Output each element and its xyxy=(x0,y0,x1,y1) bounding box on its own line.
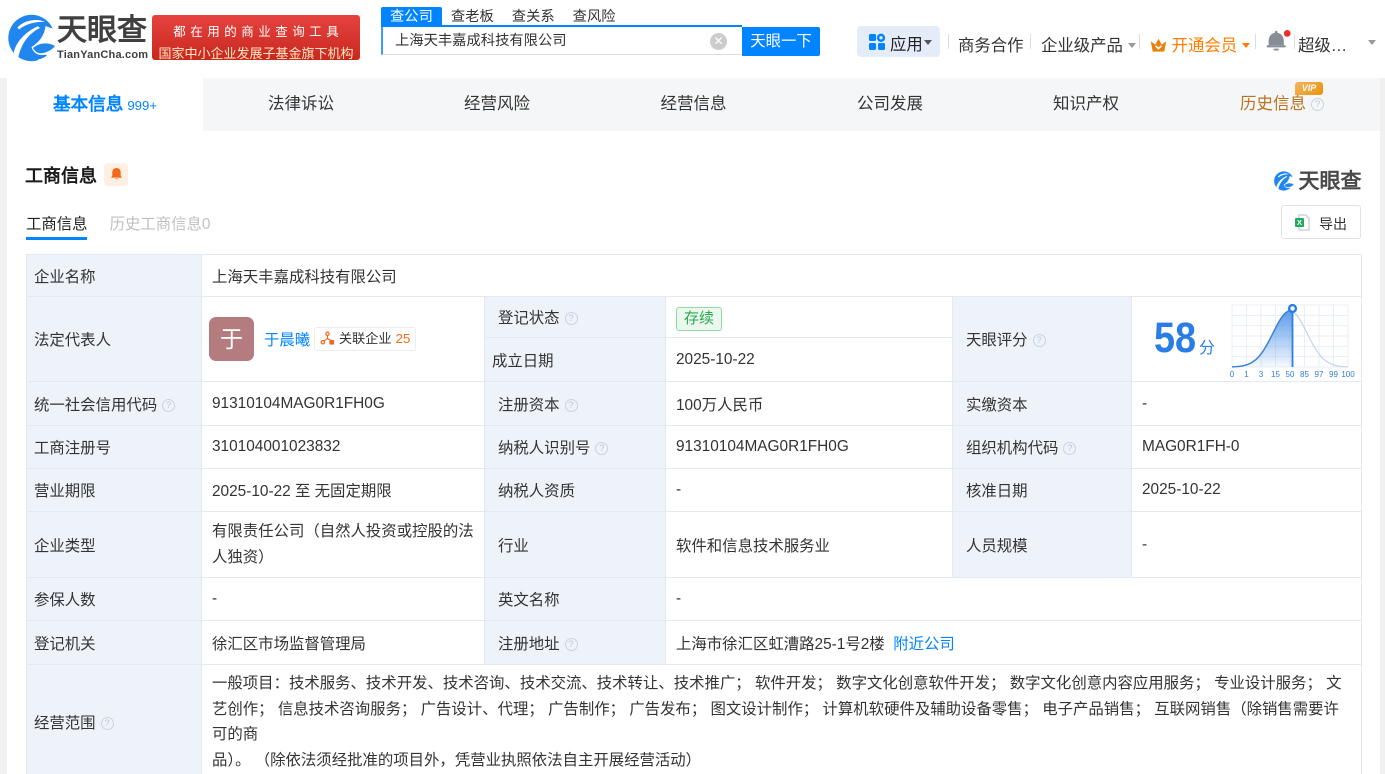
svg-text:50: 50 xyxy=(1286,370,1295,379)
svg-text:85: 85 xyxy=(1300,370,1309,379)
svg-text:3: 3 xyxy=(1259,370,1264,379)
svg-text:97: 97 xyxy=(1315,370,1324,379)
svg-text:100: 100 xyxy=(1341,370,1355,379)
svg-text:0: 0 xyxy=(1230,370,1235,379)
svg-text:99: 99 xyxy=(1329,370,1338,379)
svg-text:15: 15 xyxy=(1271,370,1280,379)
svg-text:1: 1 xyxy=(1244,370,1249,379)
svg-text:X: X xyxy=(1297,218,1302,227)
